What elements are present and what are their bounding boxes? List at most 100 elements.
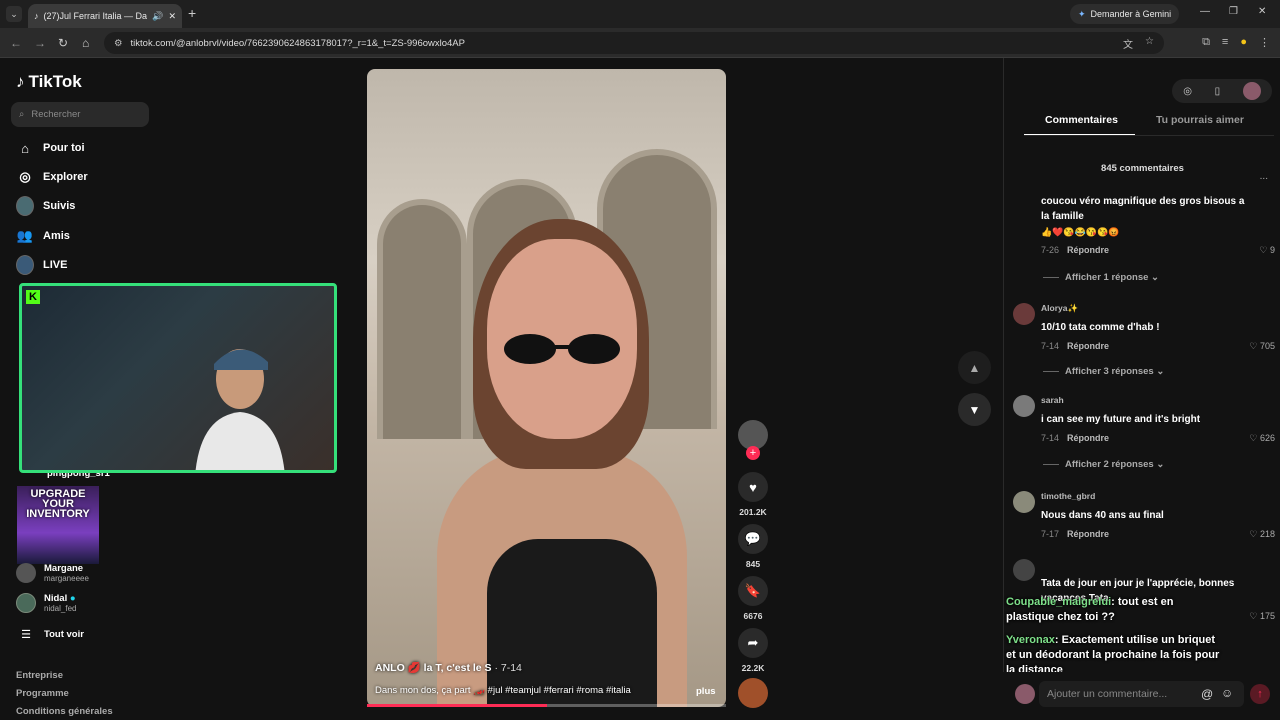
- comment-username[interactable]: Alorya✨: [1041, 303, 1078, 314]
- comment-like[interactable]: ♡ 626: [1249, 433, 1275, 444]
- tab-suggestions[interactable]: Tu pourrais aimer: [1156, 114, 1244, 126]
- gemini-label: Demander à Gemini: [1090, 9, 1172, 19]
- comment-button[interactable]: 💬 845: [738, 524, 768, 569]
- comment-username[interactable]: sarah: [1041, 395, 1064, 405]
- tab-comments[interactable]: Commentaires: [1045, 114, 1118, 126]
- bookmark-icon: 🔖: [738, 576, 768, 606]
- nav-amis[interactable]: 👥 Amis: [16, 227, 70, 245]
- menu-icon[interactable]: ⋮: [1259, 36, 1270, 49]
- comment-like[interactable]: ♡ 705: [1249, 341, 1275, 352]
- more-button[interactable]: plus: [696, 686, 716, 697]
- home-browser-icon[interactable]: ⌂: [82, 36, 89, 50]
- close-window-icon[interactable]: ✕: [1258, 6, 1266, 17]
- show-replies-button[interactable]: Afficher 2 réponses ⌄: [1043, 459, 1164, 470]
- stream-chat-message: Coupable_malgrelui: tout est en plastiqu…: [1006, 595, 1220, 625]
- avatar[interactable]: [1013, 303, 1035, 325]
- reply-button[interactable]: Répondre: [1067, 433, 1109, 443]
- chevron-down-icon: ▼: [968, 402, 981, 417]
- site-info-icon[interactable]: ⚙: [114, 38, 123, 49]
- browser-tab[interactable]: ♪ (27)Jul Ferrari Italia — Dans 🔊 ✕: [28, 4, 182, 28]
- comment-text: i can see my future and it's bright: [1041, 414, 1201, 425]
- nav-suivis[interactable]: Suivis: [16, 196, 75, 216]
- show-replies-button[interactable]: Afficher 3 réponses ⌄: [1043, 366, 1164, 377]
- device-icon[interactable]: ▯: [1215, 86, 1221, 97]
- search-input[interactable]: ⌕ Rechercher: [11, 102, 149, 127]
- show-replies-button[interactable]: Afficher 1 réponse ⌄: [1043, 272, 1159, 283]
- video-player[interactable]: [367, 69, 726, 707]
- search-placeholder: Rechercher: [31, 109, 81, 120]
- friends-icon: 👥: [16, 228, 34, 243]
- see-all-button[interactable]: ☰ Tout voir: [16, 628, 84, 641]
- avatar[interactable]: [1013, 395, 1035, 417]
- nav-label: Amis: [43, 230, 70, 242]
- share-icon: ➦: [738, 628, 768, 658]
- author-avatar-button[interactable]: +: [738, 420, 768, 460]
- mention-icon[interactable]: @: [1201, 687, 1213, 701]
- reply-button[interactable]: Répondre: [1067, 341, 1109, 351]
- arrow-up-icon: ↑: [1257, 688, 1263, 700]
- nav-label: Explorer: [43, 171, 88, 183]
- tiktok-logo[interactable]: ♪ TikTok: [16, 72, 82, 92]
- video-progress-bar[interactable]: [367, 704, 726, 707]
- minimize-icon[interactable]: —: [1200, 6, 1210, 17]
- media-icon[interactable]: ≡: [1222, 36, 1228, 49]
- nav-live[interactable]: LIVE: [16, 255, 67, 275]
- following-handle: marganeeee: [44, 574, 89, 583]
- previous-video-button[interactable]: ▲: [958, 351, 991, 384]
- video-author[interactable]: ANLO: [375, 662, 405, 674]
- restore-icon[interactable]: ❐: [1229, 6, 1238, 17]
- footer-link[interactable]: Conditions générales: [16, 706, 113, 717]
- tab-close-icon[interactable]: ✕: [168, 11, 176, 22]
- comment-like[interactable]: ♡ 218: [1249, 529, 1275, 540]
- lips-emoji-icon: 💋: [407, 662, 421, 674]
- bookmark-star-icon[interactable]: ☆: [1145, 36, 1154, 51]
- like-button[interactable]: ♥ 201.2K: [738, 472, 768, 517]
- translate-icon[interactable]: 文: [1123, 36, 1133, 51]
- comment-like[interactable]: ♡ 175: [1249, 611, 1275, 622]
- footer-link[interactable]: Programme: [16, 688, 69, 699]
- footer-link[interactable]: Entreprise: [16, 670, 63, 681]
- chat-username: Yveronax: [1006, 634, 1055, 646]
- tab-search-button[interactable]: ⌄: [6, 6, 22, 22]
- heart-icon: ♥: [738, 472, 768, 502]
- avatar[interactable]: [1013, 559, 1035, 581]
- url-field[interactable]: ⚙ tiktok.com/@anlobrvl/video/76623906248…: [104, 32, 1164, 54]
- caption-title: la T, c'est le S: [423, 662, 492, 674]
- back-icon[interactable]: ←: [10, 36, 22, 50]
- forward-icon[interactable]: →: [34, 36, 46, 50]
- sound-disc-button[interactable]: [738, 678, 768, 708]
- follow-plus-icon[interactable]: +: [746, 446, 760, 460]
- send-button[interactable]: ↑: [1250, 684, 1270, 704]
- comment-username[interactable]: timothe_gbrd: [1041, 491, 1095, 501]
- share-button[interactable]: ➦ 22.2K: [738, 628, 768, 673]
- panel-tabs: Commentaires Tu pourrais aimer: [1024, 114, 1274, 136]
- emoji-icon[interactable]: ☺: [1221, 686, 1233, 700]
- nav-pour-toi[interactable]: ⌂ Pour toi: [16, 139, 85, 157]
- avatar[interactable]: [1013, 491, 1035, 513]
- comment-icon: 💬: [738, 524, 768, 554]
- reply-button[interactable]: Répondre: [1067, 245, 1109, 255]
- user-avatar[interactable]: [1242, 82, 1261, 100]
- following-user-margane[interactable]: Margane marganeeee: [16, 563, 89, 583]
- following-icon: [16, 196, 34, 216]
- following-user-nidal[interactable]: Nidal ● nidal_fed: [16, 593, 76, 613]
- new-tab-button[interactable]: +: [188, 5, 196, 21]
- reply-button[interactable]: Répondre: [1067, 529, 1109, 539]
- more-options-icon[interactable]: ...: [1260, 171, 1268, 182]
- comment-input[interactable]: Ajouter un commentaire...: [1039, 681, 1244, 707]
- address-bar-row: ← → ↻ ⌂ ⚙ tiktok.com/@anlobrvl/video/766…: [0, 28, 1280, 58]
- tab-divider: [1024, 135, 1274, 136]
- compass-small-icon[interactable]: ◎: [1183, 86, 1192, 97]
- comment-like[interactable]: ♡ 9: [1259, 245, 1275, 256]
- like-count: 201.2K: [739, 507, 767, 517]
- comment-count: 845: [745, 559, 761, 569]
- profile-avatar[interactable]: ●: [1240, 36, 1247, 49]
- extensions-icon[interactable]: ⧉: [1202, 36, 1210, 49]
- gemini-button[interactable]: ✦ Demander à Gemini: [1070, 4, 1180, 24]
- add-comment-bar: Ajouter un commentaire... @ ☺ ↑: [1003, 672, 1280, 720]
- next-video-button[interactable]: ▼: [958, 393, 991, 426]
- tab-audio-icon[interactable]: 🔊: [152, 11, 163, 22]
- reload-icon[interactable]: ↻: [58, 36, 68, 50]
- nav-explorer[interactable]: ◎ Explorer: [16, 168, 88, 186]
- save-button[interactable]: 🔖 6676: [738, 576, 768, 621]
